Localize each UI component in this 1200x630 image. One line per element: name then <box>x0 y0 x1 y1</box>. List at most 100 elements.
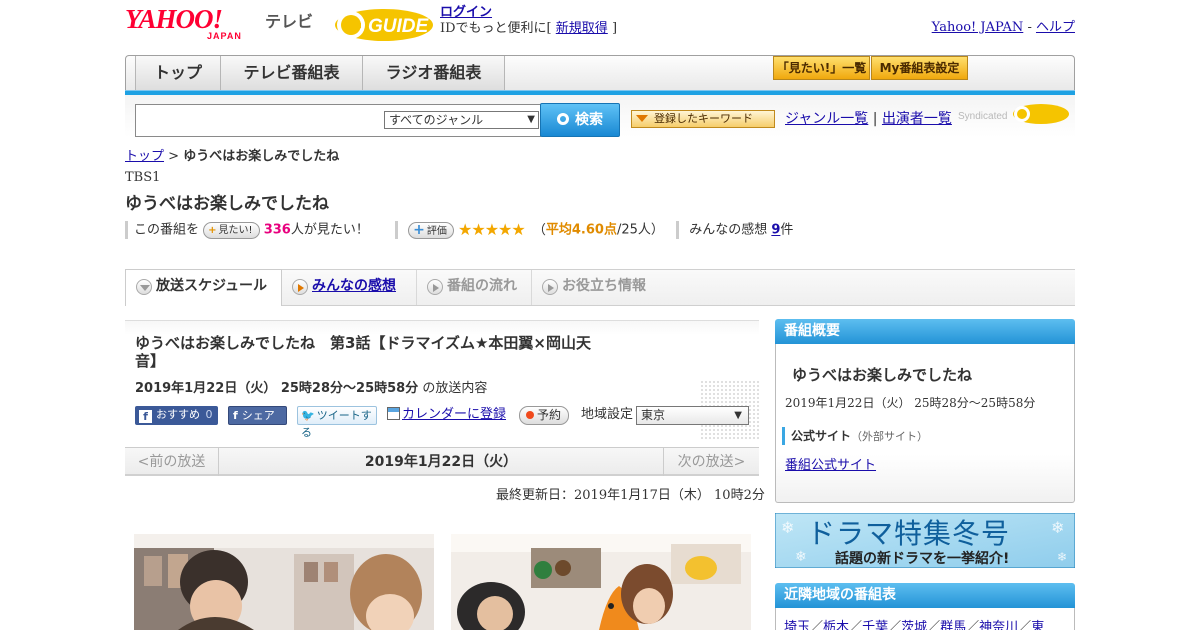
watchlist-button[interactable]: 「見たい!」一覧 <box>773 56 870 80</box>
svg-text:❄: ❄ <box>1057 550 1067 564</box>
calendar-register[interactable]: カレンダーに登録 <box>387 406 512 425</box>
dropdown-arrow-icon: ▼ <box>734 410 742 421</box>
search-button[interactable]: 検索 <box>540 103 620 137</box>
plus-icon: + <box>208 224 217 236</box>
impressions-label: みんなの感想 <box>689 222 768 238</box>
facebook-recommend-button[interactable]: f おすすめ 0 <box>135 406 218 425</box>
recommend-label: おすすめ <box>156 408 200 421</box>
official-site-link[interactable]: 番組公式サイト <box>785 454 876 473</box>
gguide-logo[interactable]: GUIDE <box>334 5 434 43</box>
stat-divider <box>395 221 398 239</box>
program-title: ゆうべはお楽しみでしたね <box>125 194 329 214</box>
tab-impressions[interactable]: みんなの感想 <box>282 270 417 305</box>
breadcrumb-home-link[interactable]: トップ <box>125 149 164 164</box>
tab-label: 放送スケジュール <box>156 278 268 294</box>
nav-tab-radio-schedule[interactable]: ラジオ番組表 <box>363 56 505 92</box>
nearby-region-link[interactable]: 栃木 <box>823 620 849 630</box>
rating-open: （ <box>532 222 546 238</box>
genre-list-link[interactable]: ジャンル一覧 <box>785 111 868 127</box>
search-button-label: 検索 <box>575 112 603 128</box>
region-select[interactable]: 東京 ▼ <box>636 406 749 425</box>
drama-special-banner[interactable]: ❄ ❄ ❄ ❄ ドラマ特集冬号 話題の新ドラマを一挙紹介! <box>775 513 1075 568</box>
want-prefix: この番組を <box>134 222 200 238</box>
reserve-label: 予約 <box>537 408 562 422</box>
rate-button-label: 評価 <box>426 225 447 237</box>
service-name[interactable]: テレビ <box>265 8 313 32</box>
channel-name: TBS1 <box>125 170 161 185</box>
my-schedule-button[interactable]: My番組表設定 <box>871 56 968 80</box>
search-link-separator: | <box>872 111 878 127</box>
help-link[interactable]: ヘルプ <box>1036 20 1075 35</box>
banner-title: ドラマ特集冬号 <box>807 517 1011 550</box>
calendar-link[interactable]: カレンダーに登録 <box>402 407 506 422</box>
login-prompt: IDでもっと便利に[ <box>440 21 552 36</box>
want-to-watch-button[interactable]: + 見たい! <box>203 221 260 239</box>
banner-subtitle: 話題の新ドラマを一挙紹介! <box>835 551 1010 567</box>
region-select-value: 東京 <box>641 408 666 422</box>
want-suffix: 人が見たい！ <box>290 222 369 238</box>
tab-useful-info: お役立ち情報 <box>532 270 662 305</box>
facebook-share-button[interactable]: f シェア <box>228 406 287 425</box>
svg-text:❄: ❄ <box>781 518 794 537</box>
yahoo-logo-text: YAHOO! <box>125 4 223 34</box>
nearby-regions: 埼玉／栃木／千葉／茨城／群馬／神奈川／東 <box>775 608 1075 630</box>
login-area: ログイン IDでもっと便利に[ 新規取得 ] <box>440 5 617 37</box>
tab-broadcast-schedule[interactable]: 放送スケジュール <box>125 269 282 306</box>
nearby-region-link[interactable]: 千葉 <box>862 620 888 630</box>
yahoo-japan-logo[interactable]: YAHOO! JAPAN <box>125 6 261 42</box>
login-link[interactable]: ログイン <box>440 5 492 20</box>
impressions-unit: 件 <box>780 222 794 238</box>
dropdown-arrow-icon: ▼ <box>527 114 535 125</box>
prev-broadcast-link[interactable]: <前の放送 <box>125 448 219 476</box>
last-updated: 最終更新日：2019年1月17日（木） 10時2分 <box>496 488 765 503</box>
overview-box: ゆうべはお楽しみでしたね 2019年1月22日（火） 25時28分～25時58分… <box>775 344 1075 503</box>
overview-heading: 番組概要 <box>775 319 1075 344</box>
want-to-watch-label: 見たい! <box>218 224 253 236</box>
play-arrow-icon <box>292 279 308 295</box>
nav-tab-tv-schedule[interactable]: テレビ番組表 <box>221 56 363 92</box>
login-bracket: ] <box>611 21 618 36</box>
official-site-note: （外部サイト） <box>851 430 929 443</box>
rate-button[interactable]: + 評価 <box>408 221 454 239</box>
next-broadcast-link[interactable]: 次の放送> <box>663 448 759 476</box>
tab-label: 番組の流れ <box>447 278 517 294</box>
gguide-logo-text: GUIDE <box>368 16 430 37</box>
episode-airtime: 2019年1月22日（火） 25時28分～25時58分 <box>135 381 419 396</box>
episode-airtime-row: 2019年1月22日（火） 25時28分～25時58分 の放送内容 <box>135 377 487 396</box>
nearby-region-link[interactable]: 茨城 <box>901 620 927 630</box>
episode-photo-2 <box>451 534 751 630</box>
official-site-label-row: 公式サイト（外部サイト） <box>782 427 928 445</box>
signup-link[interactable]: 新規取得 <box>556 21 608 36</box>
plus-icon: + <box>413 221 425 238</box>
official-site-label: 公式サイト <box>791 429 852 443</box>
performer-list-link[interactable]: 出演者一覧 <box>882 111 952 127</box>
yahoo-japan-link[interactable]: Yahoo! JAPAN <box>932 20 1024 35</box>
registered-keyword-button[interactable]: 登録したキーワード <box>631 110 775 128</box>
nearby-region-link[interactable]: 群馬 <box>940 620 966 630</box>
episode-title: ゆうべはお楽しみでしたね 第3話【ドラマイズム★本田翼×岡山天音】 <box>135 334 592 370</box>
japan-logo-text: JAPAN <box>207 31 242 41</box>
date-navigation: <前の放送 2019年1月22日（火） 次の放送> <box>125 447 759 476</box>
header-links: Yahoo! JAPAN - ヘルプ <box>932 16 1075 35</box>
twitter-bird-icon: 🐦 <box>301 409 315 422</box>
rating-average: 平均4.60点 <box>545 222 617 238</box>
genre-select[interactable]: すべてのジャンル ▼ <box>384 111 539 129</box>
tab-program-flow: 番組の流れ <box>417 270 532 305</box>
tab-label: お役立ち情報 <box>562 278 646 294</box>
header-link-separator: - <box>1027 20 1032 35</box>
nearby-region-link[interactable]: 神奈川 <box>979 620 1018 630</box>
tweet-button[interactable]: 🐦 ツイートする <box>297 406 377 439</box>
overview-title: ゆうべはお楽しみでしたね <box>792 366 973 384</box>
svg-text:❄: ❄ <box>1051 518 1064 537</box>
tab-label: みんなの感想 <box>312 278 396 294</box>
reserve-button[interactable]: 予約 <box>519 406 569 425</box>
nearby-region-link[interactable]: 東 <box>1031 620 1044 630</box>
chevron-down-icon <box>136 279 152 295</box>
triangle-down-icon <box>636 115 648 122</box>
nearby-region-link[interactable]: 埼玉 <box>784 620 810 630</box>
svg-text:❄: ❄ <box>795 549 807 565</box>
main-nav: トップ テレビ番組表 ラジオ番組表 「見たい!」一覧 My番組表設定 <box>125 55 1075 93</box>
syndicated-label: Syndicated <box>958 111 1008 122</box>
nav-tab-top[interactable]: トップ <box>135 56 221 92</box>
program-tabs: 放送スケジュール みんなの感想 番組の流れ お役立ち情報 <box>125 269 1075 306</box>
